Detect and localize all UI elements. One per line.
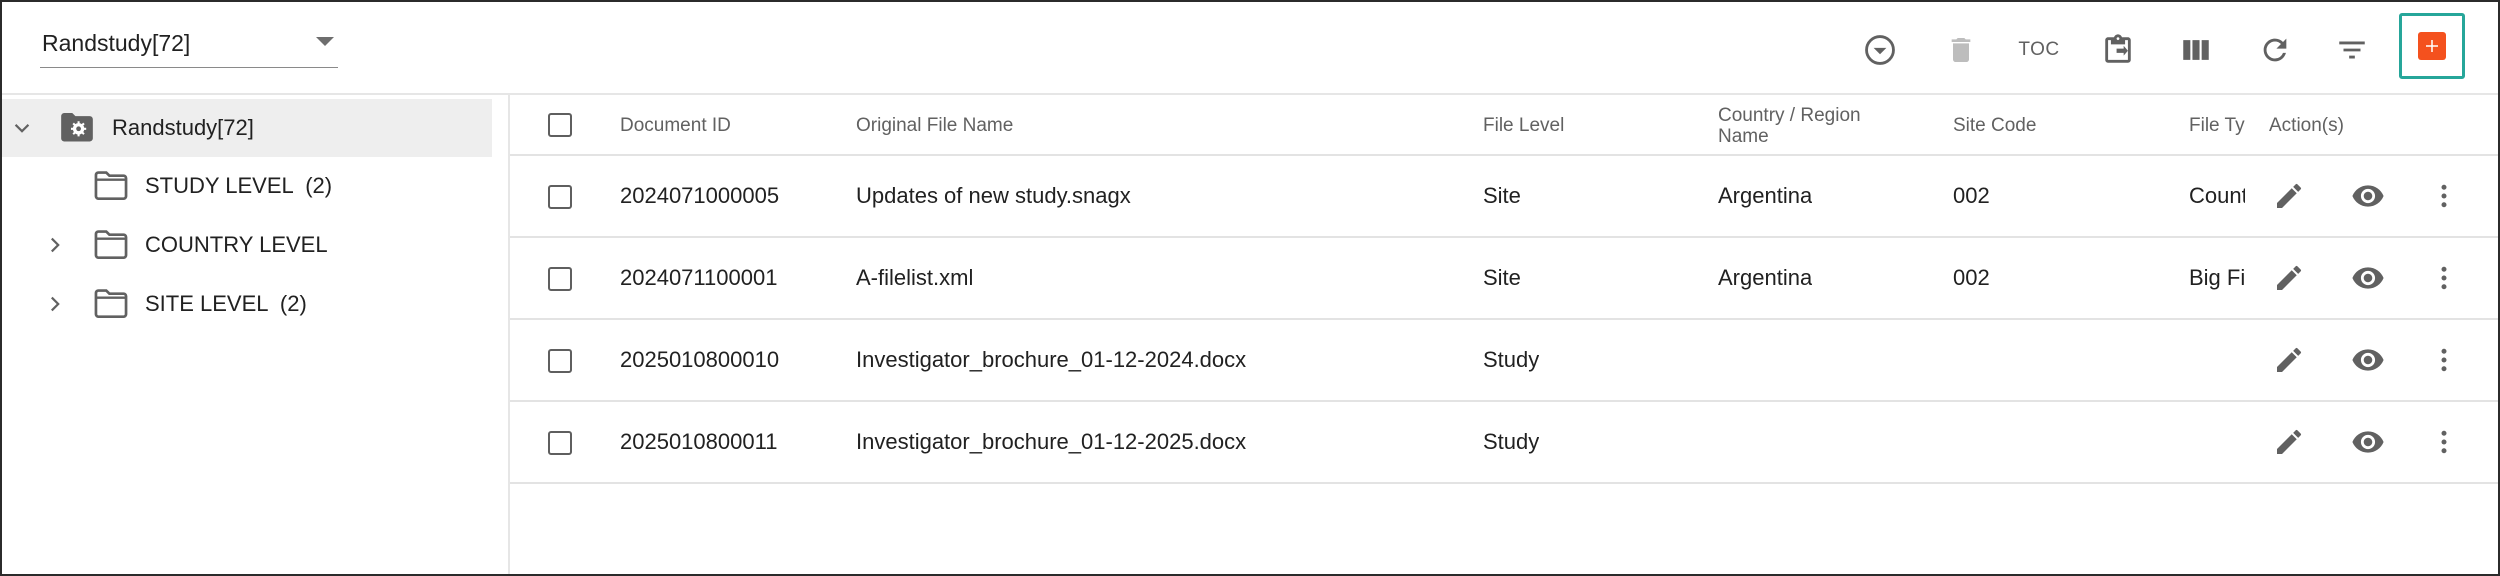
table-row[interactable]: 2024071100001 A-filelist.xml Site Argent… [510,238,2498,320]
cell-file-name: Investigator_brochure_01-12-2025.docx [856,429,1247,454]
column-header-file-level[interactable]: File Level [1483,95,1564,156]
add-document-button[interactable] [2399,13,2465,79]
folder-icon [92,228,130,262]
circle-arrow-down-icon [1865,35,1895,65]
country-region-header-line2: Name [1718,125,1769,147]
top-toolbar: Randstudy[72] TOC [2,2,2498,95]
add-icon [2418,32,2446,60]
tree-root-label: Randstudy[72] [112,115,254,140]
cell-file-name: A-filelist.xml [856,265,974,290]
delete-button[interactable] [1933,22,1989,78]
cell-site-code: 002 [1953,183,1990,208]
tree-item-study-level[interactable]: STUDY LEVEL (2) [2,157,492,215]
chevron-right-icon[interactable] [40,230,70,260]
dropdown-caret-icon [316,37,334,46]
documents-table: Document ID Original File Name File Leve… [510,95,2498,574]
columns-icon [2183,40,2209,60]
row-checkbox[interactable] [548,349,572,373]
cell-document-id: 2025010800010 [620,347,780,372]
table-row[interactable]: 2025010800010 Investigator_brochure_01-1… [510,320,2498,402]
tree-root-randstudy[interactable]: Randstudy[72] [2,99,492,157]
column-header-country-region[interactable]: Country / Region Name [1718,95,1861,156]
column-header-file-type[interactable]: File Ty [2189,95,2245,156]
tree-item-label: SITE LEVEL (2) [145,291,307,316]
column-header-document-id[interactable]: Document ID [620,95,731,156]
country-region-header-line1: Country / Region [1718,104,1861,126]
tree-item-label: COUNTRY LEVEL [145,232,328,257]
cell-document-id: 2024071000005 [620,183,780,208]
edit-icon[interactable] [2267,338,2311,382]
trash-icon [1951,38,1971,62]
columns-button[interactable] [2168,22,2224,78]
folder-tree: Randstudy[72] STUDY LEVEL (2) COUNTRY LE… [2,95,510,574]
clipboard-arrow-icon [2105,34,2131,63]
more-vert-icon[interactable] [2422,338,2466,382]
paste-export-button[interactable] [2090,22,2146,78]
folder-icon [92,287,130,321]
view-eye-icon[interactable] [2346,420,2390,464]
study-select[interactable]: Randstudy[72] [40,20,338,68]
column-header-site-code[interactable]: Site Code [1953,95,2036,156]
more-vert-icon[interactable] [2422,256,2466,300]
cell-file-level: Site [1483,265,1521,290]
table-header: Document ID Original File Name File Leve… [510,95,2498,156]
cell-file-level: Study [1483,347,1540,372]
folder-icon [92,169,130,203]
cell-file-type: Big Fi [2189,265,2245,290]
cell-document-id: 2024071100001 [620,265,778,290]
cell-country: Argentina [1718,183,1813,208]
filter-dropdown-button[interactable] [1852,22,1908,78]
cell-file-type: Count [2189,183,2245,208]
row-checkbox[interactable] [548,267,572,291]
cell-file-level: Study [1483,429,1540,454]
cell-file-name: Investigator_brochure_01-12-2024.docx [856,347,1247,372]
row-checkbox[interactable] [548,185,572,209]
edit-icon[interactable] [2267,420,2311,464]
more-vert-icon[interactable] [2422,174,2466,218]
settings-folder-icon [58,111,96,145]
select-all-checkbox[interactable] [548,113,572,137]
table-row[interactable]: 2024071000005 Updates of new study.snagx… [510,156,2498,238]
cell-site-code: 002 [1953,265,1990,290]
view-eye-icon[interactable] [2346,338,2390,382]
view-eye-icon[interactable] [2346,174,2390,218]
view-eye-icon[interactable] [2346,256,2390,300]
tree-item-country-level[interactable]: COUNTRY LEVEL [2,216,492,274]
sort-filter-button[interactable] [2324,22,2380,78]
refresh-icon [2263,38,2287,62]
column-header-original-file-name[interactable]: Original File Name [856,95,1013,156]
study-select-value: Randstudy[72] [42,30,191,56]
tree-item-site-level[interactable]: SITE LEVEL (2) [2,275,492,333]
cell-file-level: Site [1483,183,1521,208]
table-row[interactable]: 2025010800011 Investigator_brochure_01-1… [510,402,2498,484]
cell-file-name: Updates of new study.snagx [856,183,1131,208]
row-checkbox[interactable] [548,431,572,455]
chevron-down-icon[interactable] [7,113,37,143]
cell-document-id: 2025010800011 [620,429,778,454]
toc-button[interactable]: TOC [2011,22,2067,78]
more-vert-icon[interactable] [2422,420,2466,464]
cell-file-type [2189,320,2245,400]
edit-icon[interactable] [2267,256,2311,300]
filter-lines-icon [2339,41,2365,59]
edit-icon[interactable] [2267,174,2311,218]
column-header-actions: Action(s) [2269,115,2344,136]
cell-country: Argentina [1718,265,1813,290]
chevron-right-icon[interactable] [40,289,70,319]
toc-label: TOC [2018,39,2060,60]
tree-item-label: STUDY LEVEL (2) [145,173,333,198]
refresh-button[interactable] [2247,22,2303,78]
cell-file-type [2189,402,2245,482]
